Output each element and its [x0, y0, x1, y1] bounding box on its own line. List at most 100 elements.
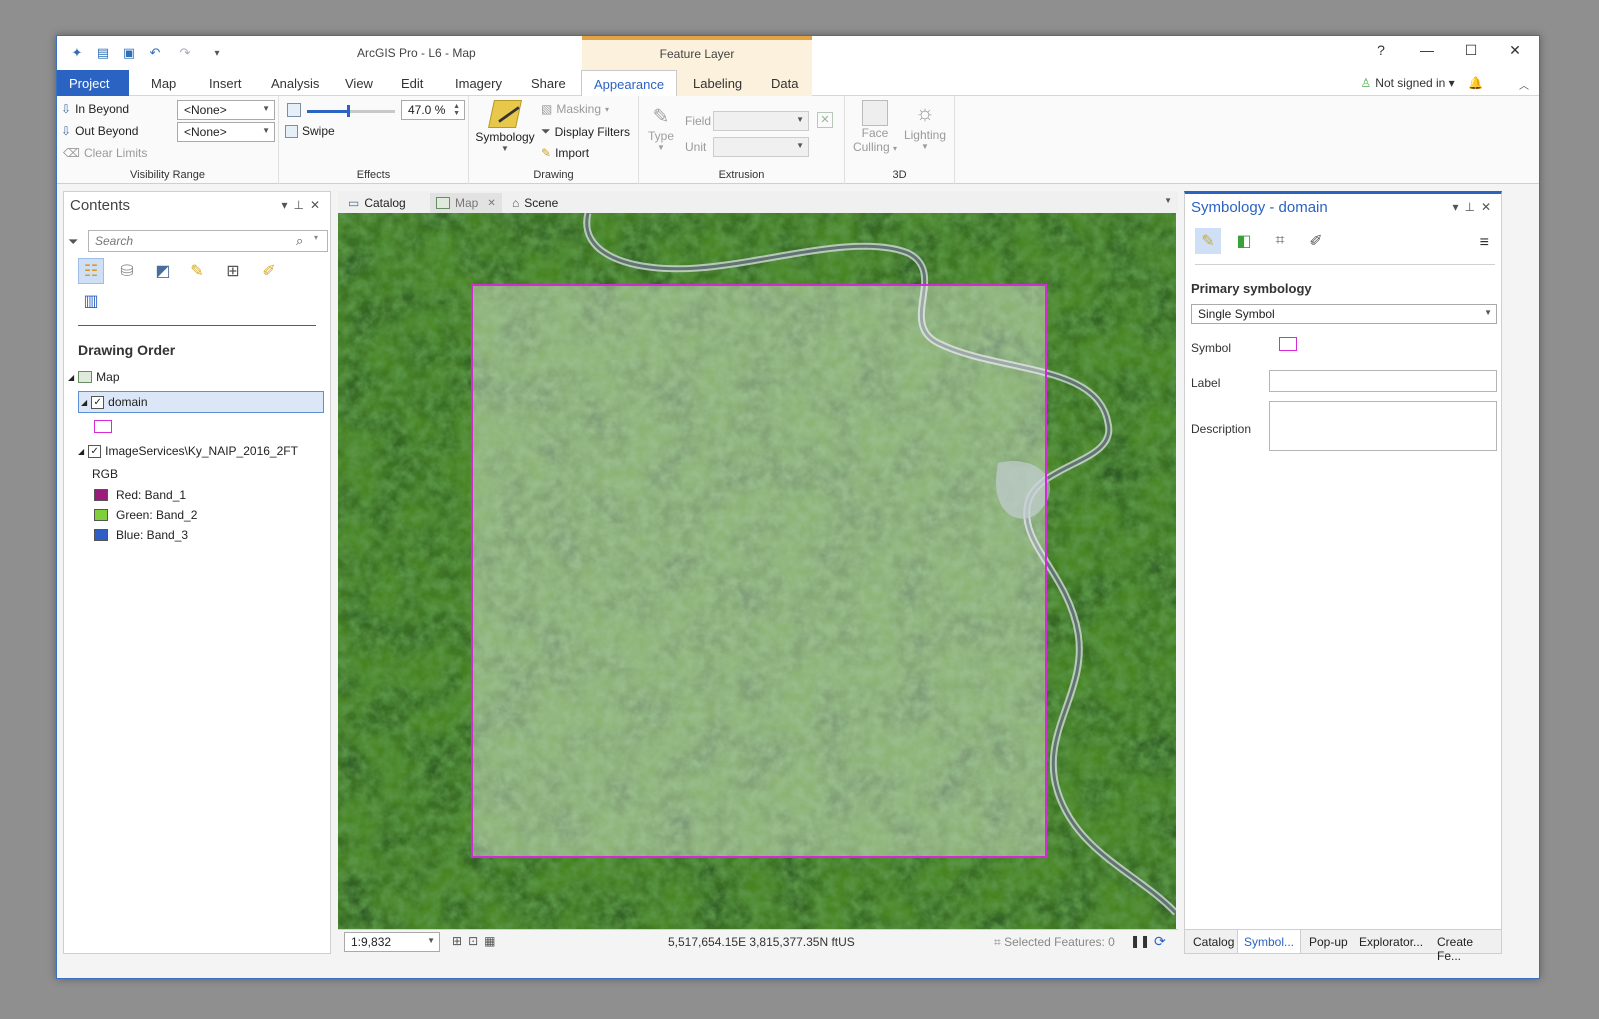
symbol-layer-drawing-icon[interactable]: ⌗	[1267, 228, 1293, 254]
refresh-icon[interactable]: ⟳	[1154, 933, 1166, 950]
new-project-icon[interactable]: ✦	[69, 45, 85, 61]
pin-icon[interactable]: ⊥	[1464, 200, 1480, 214]
list-by-selection-icon[interactable]: ◩	[150, 258, 176, 284]
symbology-button[interactable]: Symbology ▼	[475, 100, 535, 153]
out-beyond-scale-select[interactable]: <None> ▼	[177, 122, 275, 142]
tab-project[interactable]: Project	[57, 70, 129, 96]
pin-icon[interactable]: ⊥	[293, 198, 309, 212]
tab-edit[interactable]: Edit	[389, 70, 435, 96]
pause-drawing-icon[interactable]: ❚❚	[1130, 934, 1150, 948]
scale-select[interactable]: 1:9,832 ▼	[344, 932, 440, 952]
open-project-icon[interactable]: ▤	[95, 45, 111, 61]
expression-icon[interactable]: ✕	[817, 112, 833, 128]
view-tab-catalog[interactable]: ▭ Catalog	[342, 193, 412, 213]
search-icon[interactable]: ⌕	[296, 233, 303, 249]
extrusion-type-button[interactable]: ✎ Type ▼	[645, 104, 677, 152]
tab-analysis[interactable]: Analysis	[259, 70, 331, 96]
import-symbology-button[interactable]: ✎ Import	[541, 146, 589, 160]
transparency-slider[interactable]	[307, 105, 395, 117]
sign-in-status[interactable]: ♙ Not signed in ▾ 🔔	[1361, 76, 1483, 90]
swipe-button[interactable]: Swipe	[285, 124, 335, 138]
redo-icon[interactable]: ↷	[177, 45, 193, 61]
transparency-input[interactable]: 47.0 % ▲ ▼	[401, 100, 465, 120]
extrusion-field-select[interactable]: ▼	[713, 111, 809, 131]
display-filters-button[interactable]: ⏷ Display Filters	[541, 124, 630, 139]
grid-icon[interactable]: ▦	[484, 934, 501, 948]
collapse-icon[interactable]: ◢	[68, 373, 74, 382]
lighting-button[interactable]: ☼ Lighting ▼	[901, 100, 949, 151]
layer-domain[interactable]: ◢ ✓ domain	[78, 391, 324, 413]
list-by-data-source-icon[interactable]: ⛁	[114, 258, 140, 284]
pane-options-icon[interactable]: ▾	[1452, 200, 1464, 214]
help-button[interactable]: ?	[1369, 42, 1393, 62]
tab-imagery[interactable]: Imagery	[443, 70, 514, 96]
fixed-zoom-icon[interactable]: ⊞	[452, 934, 468, 948]
in-beyond-button[interactable]: ⇩ In Beyond	[61, 102, 129, 116]
face-culling-button[interactable]: Face Culling ▾	[851, 100, 899, 154]
close-icon[interactable]: ✕	[310, 198, 326, 212]
masking-button[interactable]: ▧ Masking ▾	[541, 102, 609, 116]
domain-polygon[interactable]	[471, 284, 1047, 858]
chevron-down-icon[interactable]: ▾	[314, 233, 318, 242]
in-beyond-scale-select[interactable]: <None> ▼	[177, 100, 275, 120]
close-icon[interactable]: ✕	[1481, 200, 1497, 214]
view-tab-map[interactable]: Map ✕	[430, 193, 502, 213]
tab-view[interactable]: View	[333, 70, 385, 96]
renderer-select[interactable]: Single Symbol ▼	[1191, 304, 1497, 324]
label-input[interactable]	[1269, 370, 1497, 392]
group-extrusion: ✎ Type ▼ Field Unit ▼ ▼ ✕ Extrusion	[639, 96, 845, 184]
clear-limits-button[interactable]: ⌫ Clear Limits	[63, 146, 147, 160]
view-tab-scene[interactable]: ⌂ Scene	[506, 193, 564, 213]
tab-appearance[interactable]: Appearance	[581, 70, 678, 97]
undo-icon[interactable]: ↶	[147, 45, 163, 61]
layer-imagery[interactable]: ◢ ✓ ImageServices\Ky_NAIP_2016_2FT	[78, 444, 298, 458]
description-input[interactable]	[1269, 401, 1497, 451]
symbol-swatch[interactable]	[1279, 337, 1297, 351]
primary-symbology-icon[interactable]: ✎	[1195, 228, 1221, 254]
list-by-labeling-icon[interactable]: ✐	[256, 258, 282, 284]
domain-symbol-swatch[interactable]	[94, 420, 112, 433]
bottom-tab-catalog[interactable]: Catalog	[1187, 930, 1240, 954]
minimize-button[interactable]: —	[1415, 42, 1439, 62]
menu-icon[interactable]: ≡	[1480, 234, 1489, 252]
out-beyond-button[interactable]: ⇩ Out Beyond	[61, 124, 138, 138]
bottom-tab-exploratory[interactable]: Explorator...	[1353, 930, 1429, 954]
collapse-icon[interactable]: ◢	[81, 398, 87, 407]
collapse-icon[interactable]: ◢	[78, 447, 84, 456]
extrusion-unit-select[interactable]: ▼	[713, 137, 809, 157]
list-by-drawing-order-icon[interactable]: ☷	[78, 258, 104, 284]
collapse-ribbon-icon[interactable]: ︿	[1519, 77, 1529, 92]
tree-map[interactable]: ◢ Map	[68, 370, 120, 384]
notification-bell-icon[interactable]: 🔔	[1468, 76, 1483, 90]
vary-symbology-icon[interactable]: ◧	[1231, 228, 1257, 254]
advanced-symbology-icon[interactable]: ✐	[1303, 228, 1329, 254]
aerial-imagery[interactable]	[338, 213, 1176, 929]
tab-map[interactable]: Map	[139, 70, 188, 96]
list-by-editing-icon[interactable]: ✎	[184, 258, 210, 284]
close-icon[interactable]: ✕	[487, 198, 495, 209]
pane-options-icon[interactable]: ▾	[281, 198, 293, 212]
tab-insert[interactable]: Insert	[197, 70, 254, 96]
layer-visibility-checkbox[interactable]: ✓	[88, 444, 102, 458]
bottom-tab-symbology[interactable]: Symbol...	[1237, 930, 1302, 954]
selected-features[interactable]: ⌗ Selected Features: 0	[994, 935, 1115, 950]
layer-visibility-checkbox[interactable]: ✓	[91, 395, 105, 409]
spinner-icon[interactable]: ▲ ▼	[453, 103, 460, 117]
list-charts-icon[interactable]: ▥	[78, 288, 104, 314]
save-icon[interactable]: ▣	[121, 45, 137, 61]
customize-toolbar-icon[interactable]: ▾	[209, 45, 225, 61]
chevron-down-icon[interactable]: ▼	[1164, 196, 1172, 205]
contents-search-input[interactable]: Search	[88, 230, 328, 252]
tab-share[interactable]: Share	[519, 70, 578, 96]
map-view[interactable]	[338, 213, 1176, 929]
transparency-slider-thumb[interactable]	[347, 105, 351, 117]
tab-data[interactable]: Data	[759, 70, 810, 96]
bottom-tab-popup[interactable]: Pop-up	[1303, 930, 1354, 954]
tab-labeling[interactable]: Labeling	[681, 70, 754, 96]
bottom-tab-create-features[interactable]: Create Fe...	[1431, 930, 1501, 963]
list-by-snapping-icon[interactable]: ⊞	[220, 258, 246, 284]
full-extent-icon[interactable]: ⊡	[468, 934, 484, 948]
maximize-button[interactable]: ☐	[1459, 42, 1483, 62]
close-button[interactable]: ✕	[1503, 42, 1527, 62]
filter-icon[interactable]: ⏷	[68, 234, 78, 250]
